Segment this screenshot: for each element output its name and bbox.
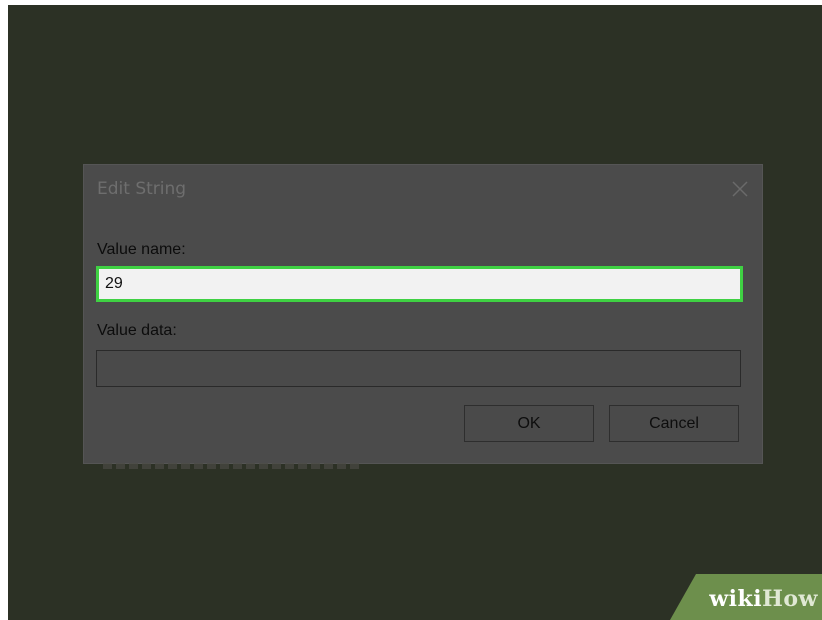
background-text-fragment xyxy=(103,463,363,469)
watermark-wiki: wiki xyxy=(709,586,763,612)
screenshot-frame: Edit String Value name: 29 Value data: O… xyxy=(8,5,822,620)
close-button[interactable] xyxy=(728,177,752,201)
close-icon xyxy=(732,181,748,197)
value-name-input[interactable]: 29 xyxy=(96,266,743,302)
cancel-button[interactable]: Cancel xyxy=(609,405,739,442)
edit-string-dialog: Edit String Value name: 29 Value data: O… xyxy=(83,164,763,464)
watermark-how: How xyxy=(762,586,818,612)
watermark-logo-text: wikiHow xyxy=(709,586,818,612)
ok-button[interactable]: OK xyxy=(464,405,594,442)
wikihow-watermark: wikiHow xyxy=(670,574,822,620)
value-data-input[interactable] xyxy=(96,350,741,387)
value-name-label: Value name: xyxy=(97,241,186,258)
dialog-titlebar: Edit String xyxy=(84,165,762,215)
value-data-label: Value data: xyxy=(97,322,177,339)
dialog-title: Edit String xyxy=(97,179,187,199)
